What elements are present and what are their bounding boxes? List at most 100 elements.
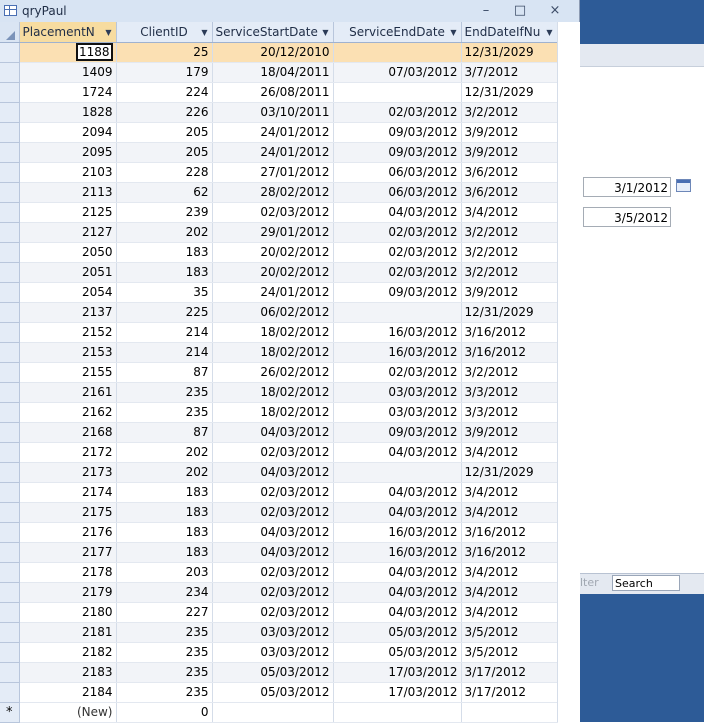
clientid-cell[interactable]: 235 — [116, 642, 213, 663]
placement-cell[interactable]: 2155 — [19, 362, 117, 383]
servicestartdate-cell[interactable]: 02/03/2012 — [212, 202, 334, 223]
serviceenddate-cell[interactable] — [333, 462, 462, 483]
table-row[interactable]: 2182 235 03/03/2012 05/03/2012 3/5/2012 — [0, 642, 558, 663]
dropdown-arrow-icon[interactable]: ▼ — [201, 28, 207, 37]
enddateifnull-cell[interactable]: 3/5/2012 — [461, 622, 558, 643]
clientid-cell[interactable]: 228 — [116, 162, 213, 183]
serviceenddate-cell[interactable]: 04/03/2012 — [333, 482, 462, 503]
table-row[interactable]: 2153 214 18/02/2012 16/03/2012 3/16/2012 — [0, 342, 558, 363]
enddateifnull-cell[interactable]: 12/31/2029 — [461, 462, 558, 483]
column-header-placement[interactable]: PlacementN ▼ — [19, 22, 117, 43]
servicestartdate-cell[interactable]: 02/03/2012 — [212, 602, 334, 623]
clientid-cell[interactable]: 87 — [116, 362, 213, 383]
enddateifnull-cell[interactable]: 3/4/2012 — [461, 582, 558, 603]
enddateifnull-cell[interactable]: 3/16/2012 — [461, 342, 558, 363]
table-row[interactable]: 2051 183 20/02/2012 02/03/2012 3/2/2012 — [0, 262, 558, 283]
table-row[interactable]: 2050 183 20/02/2012 02/03/2012 3/2/2012 — [0, 242, 558, 263]
window-titlebar[interactable]: qryPaul – □ × — [0, 0, 579, 23]
clientid-cell[interactable]: 235 — [116, 682, 213, 703]
clientid-cell[interactable]: 183 — [116, 522, 213, 543]
clientid-cell[interactable]: 235 — [116, 622, 213, 643]
serviceenddate-cell[interactable]: 07/03/2012 — [333, 62, 462, 83]
empty-cell[interactable] — [333, 702, 462, 723]
calendar-icon[interactable] — [676, 179, 691, 192]
table-row[interactable]: 1724 224 26/08/2011 12/31/2029 — [0, 82, 558, 103]
placement-cell[interactable]: 2125 — [19, 202, 117, 223]
table-row[interactable]: 2180 227 02/03/2012 04/03/2012 3/4/2012 — [0, 602, 558, 623]
serviceenddate-cell[interactable]: 16/03/2012 — [333, 342, 462, 363]
enddateifnull-cell[interactable]: 12/31/2029 — [461, 82, 558, 103]
serviceenddate-cell[interactable]: 04/03/2012 — [333, 602, 462, 623]
placement-cell[interactable]: 1828 — [19, 102, 117, 123]
row-selector[interactable] — [0, 402, 20, 423]
serviceenddate-cell[interactable]: 09/03/2012 — [333, 422, 462, 443]
clientid-cell[interactable]: 183 — [116, 242, 213, 263]
clientid-cell[interactable]: 87 — [116, 422, 213, 443]
start-date-field[interactable]: 3/1/2012 — [583, 177, 671, 197]
row-selector[interactable] — [0, 642, 20, 663]
row-selector[interactable] — [0, 362, 20, 383]
enddateifnull-cell[interactable]: 3/6/2012 — [461, 162, 558, 183]
enddateifnull-cell[interactable]: 3/17/2012 — [461, 662, 558, 683]
enddateifnull-cell[interactable]: 3/4/2012 — [461, 602, 558, 623]
table-row[interactable]: 2094 205 24/01/2012 09/03/2012 3/9/2012 — [0, 122, 558, 143]
placement-cell[interactable]: 2176 — [19, 522, 117, 543]
clientid-cell[interactable]: 205 — [116, 142, 213, 163]
servicestartdate-cell[interactable]: 18/02/2012 — [212, 382, 334, 403]
clientid-cell[interactable]: 239 — [116, 202, 213, 223]
row-selector[interactable] — [0, 182, 20, 203]
servicestartdate-cell[interactable]: 20/02/2012 — [212, 262, 334, 283]
row-selector[interactable] — [0, 462, 20, 483]
enddateifnull-cell[interactable]: 3/3/2012 — [461, 402, 558, 423]
servicestartdate-cell[interactable]: 24/01/2012 — [212, 142, 334, 163]
empty-cell[interactable] — [212, 702, 334, 723]
clientid-cell[interactable]: 0 — [116, 702, 213, 723]
serviceenddate-cell[interactable]: 09/03/2012 — [333, 142, 462, 163]
placement-cell[interactable]: 2162 — [19, 402, 117, 423]
servicestartdate-cell[interactable]: 03/03/2012 — [212, 642, 334, 663]
row-selector[interactable] — [0, 222, 20, 243]
enddateifnull-cell[interactable]: 3/3/2012 — [461, 382, 558, 403]
row-selector[interactable] — [0, 122, 20, 143]
serviceenddate-cell[interactable]: 04/03/2012 — [333, 442, 462, 463]
column-header-clientid[interactable]: ClientID ▼ — [116, 22, 213, 43]
servicestartdate-cell[interactable]: 26/02/2012 — [212, 362, 334, 383]
placement-cell[interactable]: 2095 — [19, 142, 117, 163]
table-row[interactable]: 1188 25 20/12/2010 12/31/2029 — [0, 42, 558, 63]
clientid-cell[interactable]: 214 — [116, 342, 213, 363]
enddateifnull-cell[interactable]: 3/9/2012 — [461, 142, 558, 163]
placement-cell[interactable]: 2153 — [19, 342, 117, 363]
serviceenddate-cell[interactable]: 06/03/2012 — [333, 182, 462, 203]
table-row[interactable]: 2127 202 29/01/2012 02/03/2012 3/2/2012 — [0, 222, 558, 243]
clientid-cell[interactable]: 183 — [116, 542, 213, 563]
enddateifnull-cell[interactable]: 3/6/2012 — [461, 182, 558, 203]
placement-cell[interactable]: 2184 — [19, 682, 117, 703]
placement-cell[interactable]: 2050 — [19, 242, 117, 263]
serviceenddate-cell[interactable] — [333, 302, 462, 323]
servicestartdate-cell[interactable]: 18/02/2012 — [212, 322, 334, 343]
placement-cell[interactable]: 2174 — [19, 482, 117, 503]
table-row[interactable]: 2054 35 24/01/2012 09/03/2012 3/9/2012 — [0, 282, 558, 303]
focused-cell-value[interactable]: 1188 — [75, 43, 113, 61]
row-selector[interactable] — [0, 562, 20, 583]
row-selector[interactable] — [0, 162, 20, 183]
table-row[interactable]: 2176 183 04/03/2012 16/03/2012 3/16/2012 — [0, 522, 558, 543]
serviceenddate-cell[interactable]: 02/03/2012 — [333, 362, 462, 383]
servicestartdate-cell[interactable]: 18/04/2011 — [212, 62, 334, 83]
enddateifnull-cell[interactable]: 3/5/2012 — [461, 642, 558, 663]
new-record-label[interactable]: (New) — [19, 702, 117, 723]
row-selector[interactable] — [0, 142, 20, 163]
minimize-button[interactable]: – — [477, 3, 495, 19]
serviceenddate-cell[interactable]: 04/03/2012 — [333, 582, 462, 603]
serviceenddate-cell[interactable]: 03/03/2012 — [333, 402, 462, 423]
table-row[interactable]: 2113 62 28/02/2012 06/03/2012 3/6/2012 — [0, 182, 558, 203]
servicestartdate-cell[interactable]: 26/08/2011 — [212, 82, 334, 103]
enddateifnull-cell[interactable]: 3/9/2012 — [461, 282, 558, 303]
row-selector[interactable] — [0, 102, 20, 123]
table-row[interactable]: 2125 239 02/03/2012 04/03/2012 3/4/2012 — [0, 202, 558, 223]
placement-cell[interactable]: 2181 — [19, 622, 117, 643]
row-selector[interactable] — [0, 202, 20, 223]
enddateifnull-cell[interactable]: 3/2/2012 — [461, 102, 558, 123]
serviceenddate-cell[interactable]: 16/03/2012 — [333, 542, 462, 563]
table-row[interactable]: 2137 225 06/02/2012 12/31/2029 — [0, 302, 558, 323]
